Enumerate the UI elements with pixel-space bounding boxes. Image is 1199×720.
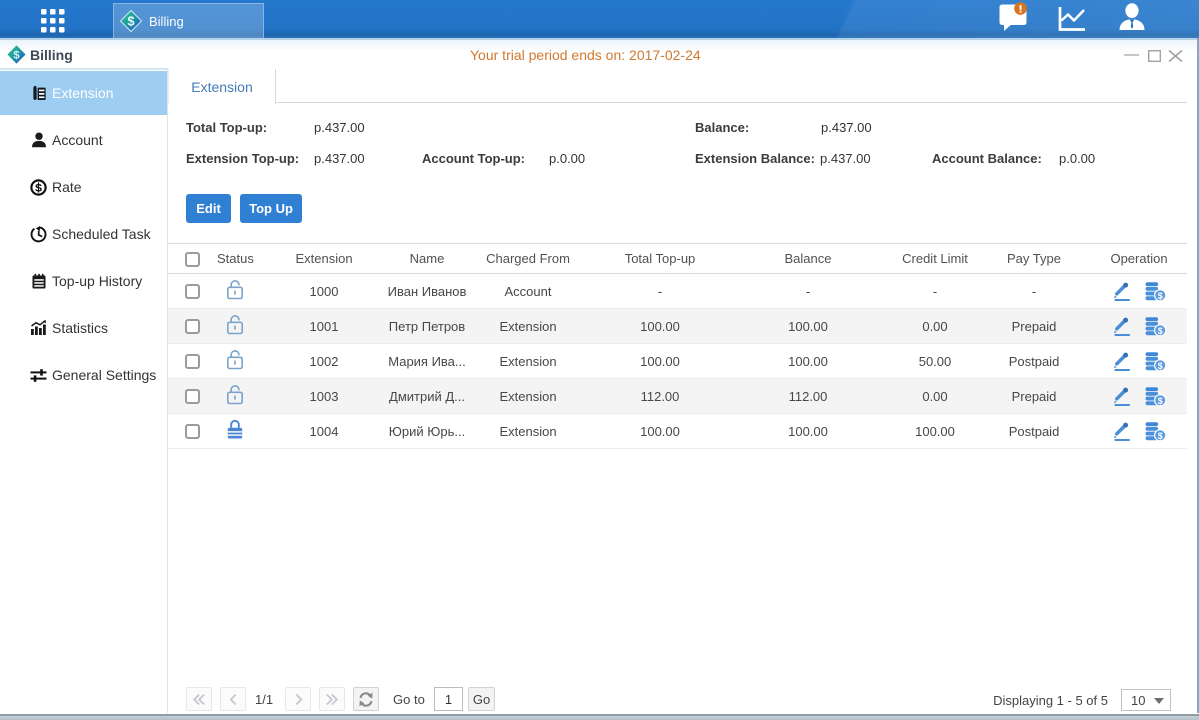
svg-text:$: $ bbox=[1158, 396, 1163, 406]
svg-text:$: $ bbox=[1158, 361, 1163, 371]
svg-text:$: $ bbox=[13, 49, 20, 61]
svg-text:$: $ bbox=[127, 14, 135, 29]
svg-text:$: $ bbox=[1158, 291, 1163, 301]
svg-text:$: $ bbox=[1158, 326, 1163, 336]
svg-text:$: $ bbox=[1158, 431, 1163, 441]
